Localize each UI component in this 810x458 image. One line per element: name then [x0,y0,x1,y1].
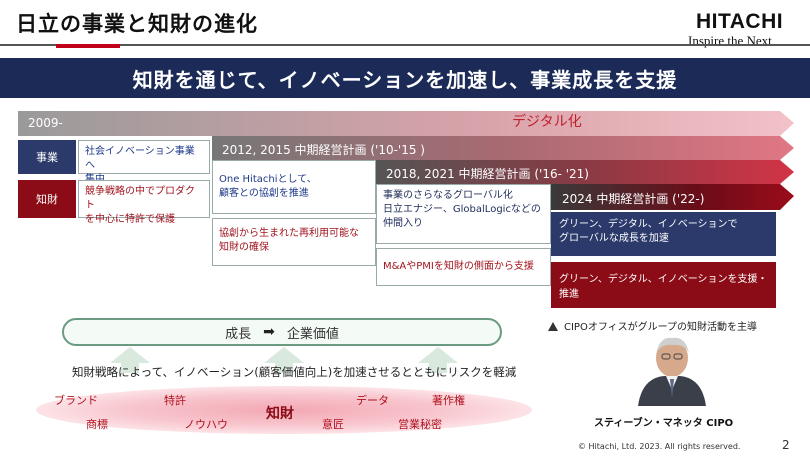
timeline-2018-label: 2018, 2021 中期経営計画 ('16- '21) [386,167,589,181]
business-2018-line2: 日立エナジー、GlobalLogicなどの [383,204,541,215]
cloud-word-ip: 知財 [266,406,294,422]
ip-2009-line2: を中心に特許で保護 [85,214,175,225]
growth-label: 成長 [225,326,252,342]
business-2024-line1: グリーン、デジタル、イノベーションで [559,219,738,230]
growth-value-pill: 成長 ➡ 企業価値 [62,318,502,346]
business-2024-line2: グローバルな成長を加速 [559,233,669,244]
cipo-name: スティーブン・マネッタ CIPO [594,418,734,429]
copyright-notice: © Hitachi, Ltd. 2023. All rights reserve… [578,442,741,451]
right-arrow-icon: ➡ [263,324,275,340]
business-2018-line3: 仲間入り [383,218,423,229]
cloud-word-design: 意匠 [322,418,344,431]
timeline-2009-label: 2009- [28,116,63,130]
cipo-note: CIPOオフィスがグループの知財活動を主導 [548,318,757,333]
ip-2012-box: 協創から生まれた再利用可能な 知財の確保 [212,218,376,266]
cipo-portrait [632,332,712,406]
cloud-word-brand: ブランド [54,394,98,407]
cloud-word-data: データ [356,394,389,407]
timeline-2012-label: 2012, 2015 中期経営計画 ('10-'15 ) [222,143,425,157]
business-tag: 事業 [18,140,76,174]
ip-strategy-statement: 知財戦略によって、イノベーション(顧客価値向上)を加速させるとともにリスクを軽減 [72,365,517,379]
business-2018-box: 事業のさらなるグローバル化 日立エナジー、GlobalLogicなどの 仲間入り [376,184,551,244]
ip-2012-line2: 知財の確保 [219,242,269,253]
corporate-value-label: 企業価値 [286,326,339,342]
digitalization-label: デジタル化 [512,114,582,130]
ip-2009-box: 競争戦略の中でプロダクト を中心に特許で保護 [78,180,210,225]
ip-2018-box: M&AやPMIを知財の側面から支援 [376,248,551,286]
business-2012-line2: 顧客との協創を推進 [219,188,309,199]
business-2009-line1: 社会イノベーション事業へ [85,146,195,171]
timeline-2024-label: 2024 中期経営計画 ('22-) [562,192,705,206]
ip-2009-line1: 競争戦略の中でプロダクト [85,186,195,211]
page-number: 2 [782,438,790,452]
cloud-word-knowhow: ノウハウ [184,418,228,431]
business-2012-line1: One Hitachiとして、 [219,174,317,185]
ip-2024-text: グリーン、デジタル、イノベーションを支援・推進 [559,274,768,300]
timeline-arrow-2009 [18,111,794,136]
ip-2012-line1: 協創から生まれた再利用可能な [219,228,359,239]
business-2024-box: グリーン、デジタル、イノベーションで グローバルな成長を加速 [551,212,776,256]
business-2012-box: One Hitachiとして、 顧客との協創を推進 [212,160,376,214]
ip-tag: 知財 [18,180,76,218]
triangle-icon [548,322,558,331]
business-2009-box: 社会イノベーション事業へ 集中 [78,140,210,185]
ip-2024-box: グリーン、デジタル、イノベーションを支援・推進 [551,262,776,308]
ip-2018-text: M&AやPMIを知財の側面から支援 [383,261,534,272]
cloud-word-trademark: 商標 [86,418,108,431]
business-2018-line1: 事業のさらなるグローバル化 [383,190,513,201]
cloud-word-patent: 特許 [164,394,186,407]
cloud-word-copyright: 著作権 [432,394,465,407]
cloud-word-trade-secret: 営業秘密 [398,418,442,431]
